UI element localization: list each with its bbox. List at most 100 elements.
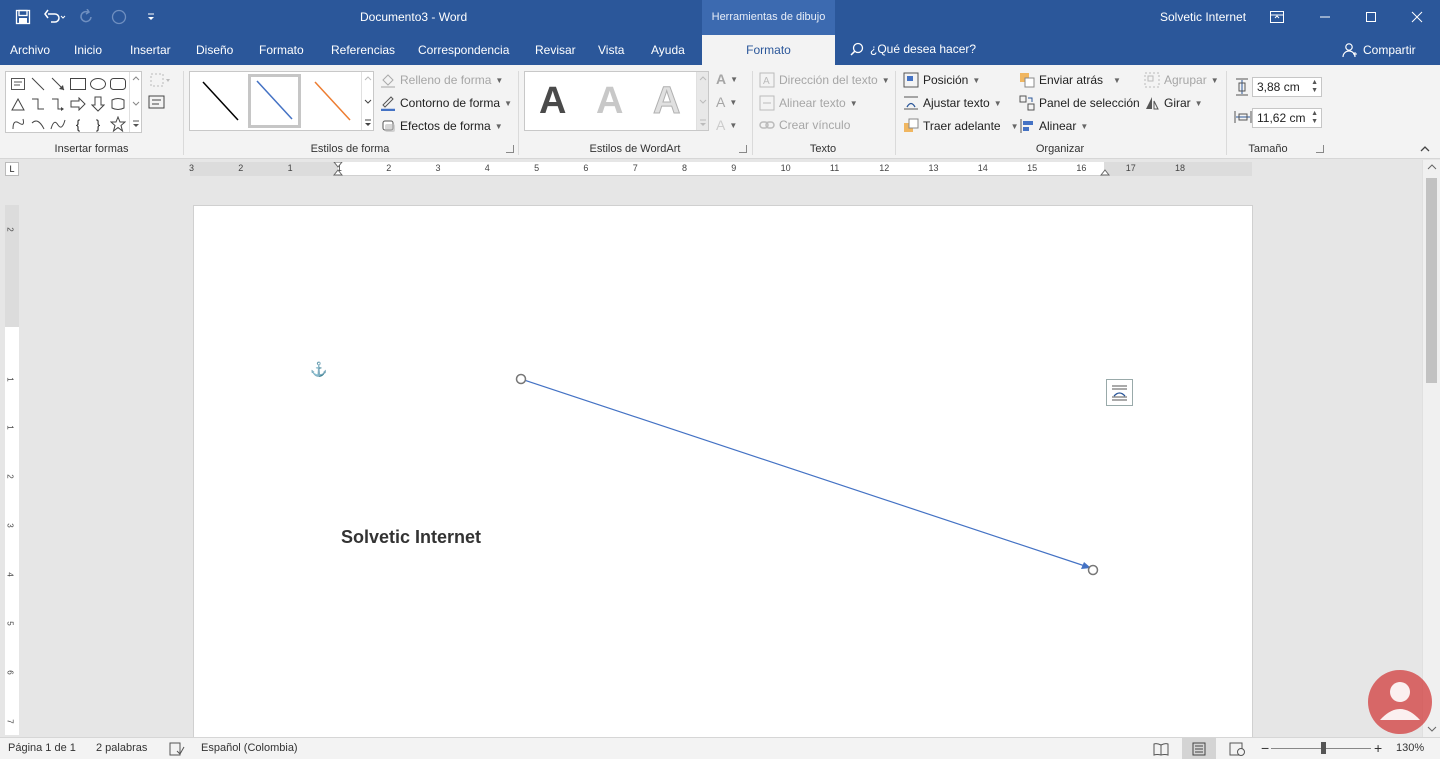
shape-styles-launcher[interactable] [506, 145, 514, 153]
width-input[interactable]: 11,62 cm ▲ ▼ [1252, 108, 1322, 128]
shape-style-black-line[interactable] [193, 74, 246, 128]
edit-shape-icon[interactable] [150, 73, 172, 90]
tab-formato-texto[interactable]: Formato [259, 43, 304, 57]
tab-formato-active[interactable]: Formato [702, 35, 835, 65]
tab-inicio[interactable]: Inicio [74, 43, 102, 57]
elbow-connector-shape-icon[interactable] [28, 94, 48, 114]
align-text-button[interactable]: Alinear texto ▼ [759, 95, 858, 111]
shape-effects-button[interactable]: Efectos de forma ▼ [380, 118, 503, 134]
scrollbar-thumb[interactable] [1426, 178, 1437, 383]
rounded-rectangle-shape-icon[interactable] [108, 74, 128, 94]
read-mode-icon[interactable] [1153, 742, 1169, 759]
tab-vista[interactable]: Vista [598, 43, 624, 57]
wordart-style-3[interactable]: A [652, 80, 680, 123]
language[interactable]: Español (Colombia) [201, 742, 298, 754]
proofing-icon[interactable] [169, 742, 185, 759]
create-link-button[interactable]: Crear vínculo [759, 118, 850, 132]
line-start-handle[interactable] [515, 373, 527, 385]
shapes-gallery[interactable]: { } [5, 71, 142, 133]
send-backward-button[interactable]: Enviar atrás ▼ [1019, 72, 1121, 88]
height-input[interactable]: 3,88 cm ▲ ▼ [1252, 77, 1322, 97]
page-count[interactable]: Página 1 de 1 [8, 742, 76, 754]
close-button[interactable] [1394, 0, 1440, 33]
width-spinner[interactable]: ▲ ▼ [1311, 110, 1318, 126]
maximize-button[interactable] [1348, 0, 1394, 33]
tell-me-box[interactable]: ¿Qué desea hacer? [850, 42, 976, 56]
draw-text-box-icon[interactable] [148, 95, 166, 112]
selection-pane-button[interactable]: Panel de selección [1019, 95, 1140, 111]
right-arrow-shape-icon[interactable] [68, 94, 88, 114]
selected-arrow-line[interactable] [520, 378, 1092, 569]
group-button[interactable]: Agrupar ▼ [1144, 72, 1219, 88]
right-brace-shape-icon[interactable]: } [88, 114, 108, 134]
wordart-style-2[interactable]: A [596, 80, 623, 123]
print-layout-icon[interactable] [1182, 738, 1216, 759]
text-direction-button[interactable]: A Dirección del texto ▼ [759, 72, 890, 88]
flowchart-shape-icon[interactable] [108, 94, 128, 114]
shape-outline-button[interactable]: Contorno de forma ▼ [380, 95, 512, 111]
right-indent-marker-icon[interactable] [1100, 167, 1110, 177]
align-button[interactable]: Alinear ▼ [1019, 118, 1088, 134]
tab-insertar[interactable]: Insertar [130, 43, 171, 57]
rotate-button[interactable]: Girar ▼ [1144, 95, 1203, 111]
position-button[interactable]: Posición ▼ [903, 72, 980, 88]
tab-ayuda[interactable]: Ayuda [651, 43, 685, 57]
text-effects-button[interactable]: A ▼ [716, 117, 737, 133]
undo-button[interactable] [44, 7, 66, 27]
elbow-arrow-shape-icon[interactable] [48, 94, 68, 114]
wordart-styles-launcher[interactable] [739, 145, 747, 153]
tab-correspondencia[interactable]: Correspondencia [418, 43, 509, 57]
indent-marker-icon[interactable] [333, 162, 343, 180]
shape-styles-scroll[interactable] [361, 72, 373, 130]
size-launcher[interactable] [1316, 145, 1324, 153]
document-page[interactable]: ⚓ Solvetic Internet [193, 205, 1253, 740]
tab-diseno[interactable]: Diseño [196, 43, 233, 57]
wrap-text-button[interactable]: Ajustar texto ▼ [903, 95, 1002, 111]
layout-options-button[interactable] [1106, 379, 1133, 406]
customize-qat-button[interactable] [140, 7, 162, 27]
document-text[interactable]: Solvetic Internet [341, 527, 481, 548]
wordart-scroll[interactable] [696, 72, 708, 130]
vertical-ruler[interactable]: 2 1 1 2 3 4 5 6 7 [5, 205, 19, 735]
tab-referencias[interactable]: Referencias [331, 43, 395, 57]
line-end-handle[interactable] [1087, 564, 1099, 576]
shape-style-orange-line[interactable] [305, 74, 358, 128]
user-account[interactable]: Solvetic Internet [1160, 10, 1246, 24]
touch-mode-button[interactable] [108, 7, 130, 27]
curve-shape-icon[interactable] [8, 114, 28, 134]
tab-stop-selector[interactable]: L [5, 162, 19, 176]
shape-fill-button[interactable]: Relleno de forma ▼ [380, 72, 503, 88]
text-outline-button[interactable]: A ▼ [716, 94, 737, 110]
save-button[interactable] [12, 7, 34, 27]
web-layout-icon[interactable] [1229, 742, 1245, 759]
oval-shape-icon[interactable] [88, 74, 108, 94]
horizontal-ruler[interactable]: 3 2 1 1 2 3 4 5 6 7 8 9 10 11 12 13 14 15 16 17 18 [189, 162, 1252, 177]
shape-style-blue-line-selected[interactable] [248, 74, 301, 128]
tab-archivo[interactable]: Archivo [10, 43, 50, 57]
triangle-shape-icon[interactable] [8, 94, 28, 114]
star-shape-icon[interactable] [108, 114, 128, 134]
wordart-gallery[interactable]: A A A [524, 71, 709, 131]
shapes-gallery-scroll[interactable] [129, 72, 141, 132]
text-box-shape-icon[interactable] [8, 74, 28, 94]
vertical-scrollbar[interactable] [1422, 160, 1440, 738]
zoom-out-button[interactable]: − [1261, 740, 1269, 756]
height-spinner[interactable]: ▲ ▼ [1311, 79, 1318, 95]
zoom-in-button[interactable]: + [1374, 740, 1382, 756]
collapse-ribbon-button[interactable] [1419, 143, 1431, 157]
left-brace-shape-icon[interactable]: { [68, 114, 88, 134]
arc-shape-icon[interactable] [28, 114, 48, 134]
zoom-slider-thumb[interactable] [1321, 742, 1326, 754]
bring-forward-button[interactable]: Traer adelante ▼ [903, 118, 1019, 134]
line-shape-icon[interactable] [28, 74, 48, 94]
word-count[interactable]: 2 palabras [96, 742, 147, 754]
arrow-line-shape-icon[interactable] [48, 74, 68, 94]
shape-styles-gallery[interactable] [189, 71, 374, 131]
scroll-up-icon[interactable] [1427, 163, 1437, 171]
redo-button[interactable] [76, 7, 98, 27]
tab-revisar[interactable]: Revisar [535, 43, 576, 57]
ribbon-display-options-button[interactable] [1254, 0, 1300, 33]
freeform-shape-icon[interactable] [48, 114, 68, 134]
wordart-style-1[interactable]: A [539, 80, 566, 123]
text-fill-button[interactable]: A ▼ [716, 71, 738, 87]
